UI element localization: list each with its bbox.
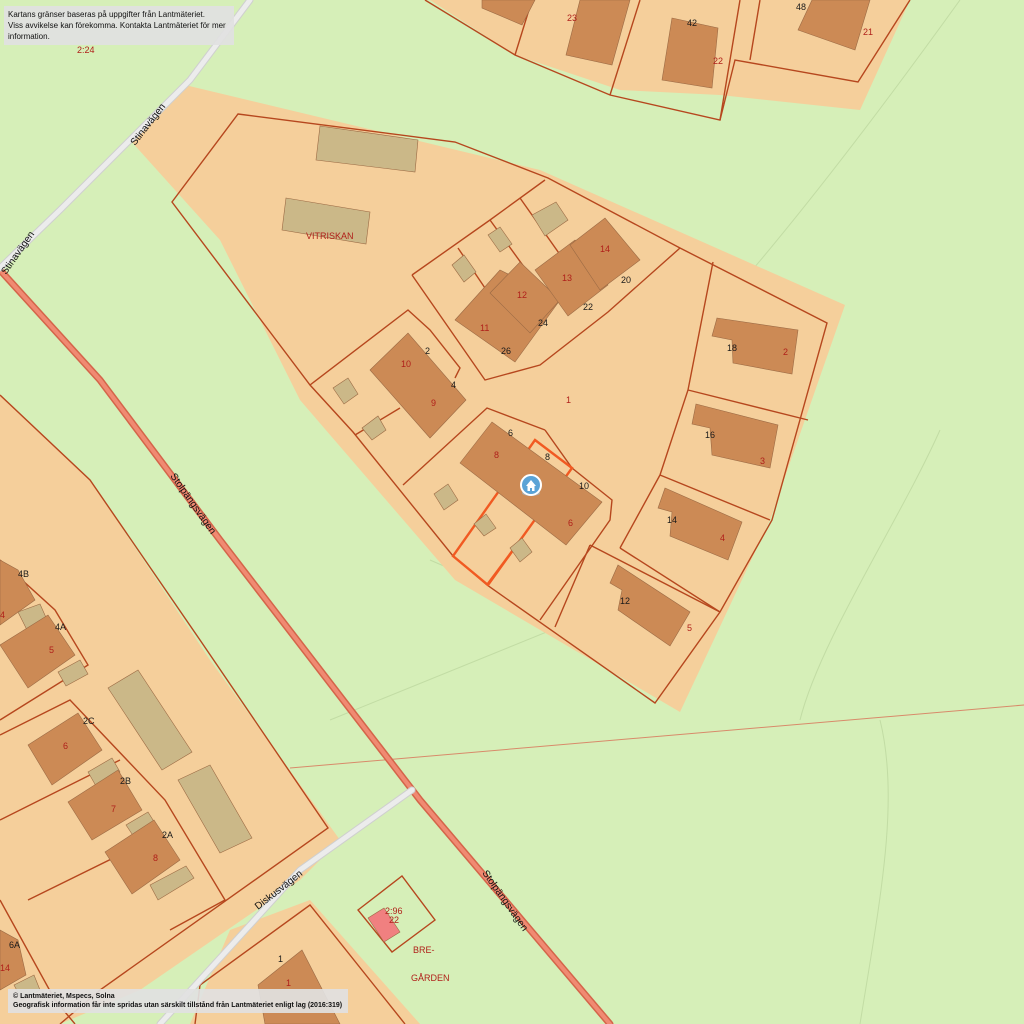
label-a12: 12 bbox=[620, 596, 630, 606]
label-a4A: 4A bbox=[55, 622, 66, 632]
label-p1: 1 bbox=[566, 395, 571, 405]
label-p11: 11 bbox=[480, 323, 489, 333]
label-p10: 10 bbox=[401, 359, 411, 369]
label-p8: 8 bbox=[494, 450, 499, 460]
label-2-24: 2:24 bbox=[77, 45, 95, 55]
label-p21-top: 21 bbox=[863, 27, 873, 37]
label-a48: 48 bbox=[796, 2, 806, 12]
map-disclaimer: Kartans gränser baseras på uppgifter frå… bbox=[4, 6, 234, 45]
area-label-vitriskan: VITRISKAN bbox=[306, 231, 354, 241]
label-p13: 13 bbox=[562, 273, 572, 283]
map-copyright: © Lantmäteriet, Mspecs, Solna Geografisk… bbox=[8, 989, 348, 1013]
label-a6A: 6A bbox=[9, 940, 20, 950]
label-p3: 3 bbox=[760, 456, 765, 466]
label-a16: 16 bbox=[705, 430, 715, 440]
label-a2A: 2A bbox=[162, 830, 173, 840]
label-p5-left: 5 bbox=[49, 645, 54, 655]
label-p14: 14 bbox=[600, 244, 610, 254]
label-p2: 2 bbox=[783, 347, 788, 357]
label-p4-left: 4 bbox=[0, 610, 5, 620]
label-p5: 5 bbox=[687, 623, 692, 633]
label-p9: 9 bbox=[431, 398, 436, 408]
label-a18: 18 bbox=[727, 343, 737, 353]
copyright-line-1: © Lantmäteriet, Mspecs, Solna bbox=[13, 993, 115, 1000]
label-a2B: 2B bbox=[120, 776, 131, 786]
house-pin-icon[interactable] bbox=[520, 474, 542, 496]
label-a4B: 4B bbox=[18, 569, 29, 579]
label-p23-top: 23 bbox=[567, 13, 577, 23]
label-p14-left: 14 bbox=[0, 963, 10, 973]
label-a1-bottom: 1 bbox=[278, 954, 283, 964]
label-a8: 8 bbox=[545, 452, 550, 462]
property-map[interactable]: Stinavägen Stinavägen Stolpängsvägen Sto… bbox=[0, 0, 1024, 1024]
area-label-bregarden-2: GÅRDEN bbox=[411, 973, 450, 983]
label-p8-left: 8 bbox=[153, 853, 158, 863]
label-p4: 4 bbox=[720, 533, 725, 543]
label-a42: 42 bbox=[687, 18, 697, 28]
label-a2C: 2C bbox=[83, 716, 95, 726]
label-a4: 4 bbox=[451, 380, 456, 390]
label-a6: 6 bbox=[508, 428, 513, 438]
copyright-line-2: Geografisk information får inte spridas … bbox=[13, 1002, 343, 1009]
label-a2: 2 bbox=[425, 346, 430, 356]
label-a22: 22 bbox=[583, 302, 593, 312]
label-p12: 12 bbox=[517, 290, 527, 300]
label-a22-bottom: 22 bbox=[389, 915, 399, 925]
disclaimer-line-2: Viss avvikelse kan förekomma. Kontakta L… bbox=[8, 21, 226, 41]
label-a10: 10 bbox=[579, 481, 589, 491]
label-p1-bottom: 1 bbox=[286, 978, 291, 988]
label-a20: 20 bbox=[621, 275, 631, 285]
disclaimer-line-1: Kartans gränser baseras på uppgifter frå… bbox=[8, 10, 205, 19]
label-a24: 24 bbox=[538, 318, 548, 328]
label-p22-top: 22 bbox=[713, 56, 723, 66]
label-p6-left: 6 bbox=[63, 741, 68, 751]
label-p7-left: 7 bbox=[111, 804, 116, 814]
label-p6: 6 bbox=[568, 518, 573, 528]
area-label-bregarden-1: BRE- bbox=[413, 945, 435, 955]
label-a14: 14 bbox=[667, 515, 677, 525]
label-a26: 26 bbox=[501, 346, 511, 356]
